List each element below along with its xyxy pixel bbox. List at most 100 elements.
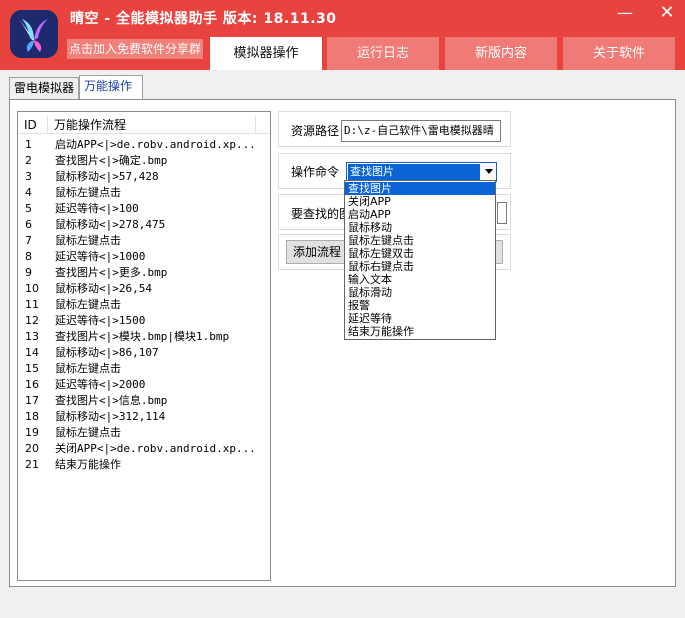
list-row[interactable]: 1 启动APP<|>de.robv.android.xp...: [18, 137, 270, 153]
list-row[interactable]: 9 查找图片<|>更多.bmp: [18, 265, 270, 281]
row-id: 15: [25, 362, 39, 375]
app-window: 晴空 - 全能模拟器助手 版本: 18.11.30 点击加入免费软件分享群 — …: [0, 0, 685, 618]
subtab-leidian[interactable]: 雷电模拟器: [9, 77, 79, 99]
row-operation: 查找图片<|>信息.bmp: [55, 394, 168, 407]
list-row[interactable]: 6 鼠标移动<|>278,475: [18, 217, 270, 233]
row-id: 21: [25, 458, 39, 471]
list-row[interactable]: 16 延迟等待<|>2000: [18, 377, 270, 393]
row-id: 10: [25, 282, 39, 295]
dropdown-option[interactable]: 启动APP: [345, 208, 495, 221]
dropdown-option[interactable]: 查找图片: [345, 182, 495, 195]
column-operation[interactable]: 万能操作流程: [48, 116, 256, 134]
resource-path-group: 资源路径 D:\z-自己软件\雷电模拟器晴: [278, 111, 511, 147]
list-row[interactable]: 4 鼠标左键点击: [18, 185, 270, 201]
row-id: 4: [25, 186, 32, 199]
row-operation: 启动APP<|>de.robv.android.xp...: [55, 138, 256, 151]
row-operation: 鼠标移动<|>278,475: [55, 218, 166, 231]
row-operation: 结束万能操作: [55, 458, 121, 471]
title-bar: 晴空 - 全能模拟器助手 版本: 18.11.30 点击加入免费软件分享群 — …: [0, 0, 685, 70]
row-id: 16: [25, 378, 39, 391]
row-id: 17: [25, 394, 39, 407]
tab-new-content[interactable]: 新版内容: [445, 37, 557, 70]
dropdown-option[interactable]: 输入文本: [345, 273, 495, 286]
content-area: 雷电模拟器 万能操作 ID 万能操作流程 1 启动APP<|>de.robv.an…: [0, 70, 685, 618]
row-id: 6: [25, 218, 32, 231]
app-logo-icon: [10, 10, 58, 58]
row-id: 3: [25, 170, 32, 183]
list-row[interactable]: 13 查找图片<|>模块.bmp|模块1.bmp: [18, 329, 270, 345]
list-row[interactable]: 5 延迟等待<|>100: [18, 201, 270, 217]
command-select[interactable]: 查找图片: [346, 162, 497, 182]
row-operation: 查找图片<|>确定.bmp: [55, 154, 168, 167]
row-operation: 鼠标左键点击: [55, 186, 121, 199]
list-row[interactable]: 18 鼠标移动<|>312,114: [18, 409, 270, 425]
dropdown-option[interactable]: 鼠标移动: [345, 221, 495, 234]
row-id: 7: [25, 234, 32, 247]
row-id: 5: [25, 202, 32, 215]
row-id: 14: [25, 346, 39, 359]
command-dropdown[interactable]: 查找图片 关闭APP 启动APP 鼠标移动 鼠标左键点击 鼠标左键双击 鼠标右键点击 输入文本…: [344, 180, 496, 340]
list-row[interactable]: 8 延迟等待<|>1000: [18, 249, 270, 265]
tab-emulator-ops[interactable]: 模拟器操作: [210, 37, 322, 70]
row-operation: 查找图片<|>更多.bmp: [55, 266, 168, 279]
row-id: 11: [25, 298, 39, 311]
list-row[interactable]: 19 鼠标左键点击: [18, 425, 270, 441]
row-operation: 鼠标左键点击: [55, 426, 121, 439]
subtab-universal[interactable]: 万能操作: [79, 75, 143, 100]
row-id: 19: [25, 426, 39, 439]
row-id: 20: [25, 442, 39, 455]
row-operation: 关闭APP<|>de.robv.android.xp...: [55, 442, 256, 455]
list-row[interactable]: 14 鼠标移动<|>86,107: [18, 345, 270, 361]
promo-link[interactable]: 点击加入免费软件分享群: [67, 39, 203, 59]
row-operation: 鼠标移动<|>26,54: [55, 282, 152, 295]
resource-path-label: 资源路径: [291, 124, 340, 138]
list-row[interactable]: 10 鼠标移动<|>26,54: [18, 281, 270, 297]
row-operation: 延迟等待<|>1500: [55, 314, 146, 327]
app-title: 晴空 - 全能模拟器助手 版本: 18.11.30: [70, 11, 337, 27]
operation-list[interactable]: ID 万能操作流程 1 启动APP<|>de.robv.android.xp...…: [17, 111, 271, 581]
dropdown-option[interactable]: 延迟等待: [345, 312, 495, 325]
dropdown-option[interactable]: 鼠标左键点击: [345, 234, 495, 247]
row-operation: 鼠标移动<|>312,114: [55, 410, 166, 423]
list-row[interactable]: 17 查找图片<|>信息.bmp: [18, 393, 270, 409]
find-image-label: 要查找的图: [291, 207, 352, 221]
row-operation: 延迟等待<|>2000: [55, 378, 146, 391]
list-row[interactable]: 11 鼠标左键点击: [18, 297, 270, 313]
dropdown-option[interactable]: 结束万能操作: [345, 325, 495, 338]
dropdown-option[interactable]: 鼠标左键双击: [345, 247, 495, 260]
row-id: 8: [25, 250, 32, 263]
row-operation: 鼠标左键点击: [55, 362, 121, 375]
row-id: 13: [25, 330, 39, 343]
close-button[interactable]: ✕: [653, 2, 681, 24]
resource-path-input[interactable]: D:\z-自己软件\雷电模拟器晴: [341, 120, 501, 142]
row-id: 2: [25, 154, 32, 167]
list-row[interactable]: 7 鼠标左键点击: [18, 233, 270, 249]
tab-page: ID 万能操作流程 1 启动APP<|>de.robv.android.xp...…: [9, 99, 676, 587]
list-row[interactable]: 21 结束万能操作: [18, 457, 270, 473]
find-image-input[interactable]: [497, 202, 507, 224]
tab-about[interactable]: 关于软件: [563, 37, 675, 70]
row-operation: 查找图片<|>模块.bmp|模块1.bmp: [55, 330, 230, 343]
dropdown-option[interactable]: 报警: [345, 299, 495, 312]
list-row[interactable]: 20 关闭APP<|>de.robv.android.xp...: [18, 441, 270, 457]
list-row[interactable]: 15 鼠标左键点击: [18, 361, 270, 377]
dropdown-option[interactable]: 鼠标右键点击: [345, 260, 495, 273]
add-flow-button[interactable]: 添加流程: [286, 240, 348, 264]
row-operation: 鼠标左键点击: [55, 298, 121, 311]
row-operation: 延迟等待<|>100: [55, 202, 139, 215]
dropdown-option[interactable]: 关闭APP: [345, 195, 495, 208]
tab-run-log[interactable]: 运行日志: [327, 37, 439, 70]
dropdown-option[interactable]: 鼠标滑动: [345, 286, 495, 299]
list-row[interactable]: 3 鼠标移动<|>57,428: [18, 169, 270, 185]
minimize-button[interactable]: —: [611, 2, 639, 24]
row-operation: 延迟等待<|>1000: [55, 250, 146, 263]
list-row[interactable]: 12 延迟等待<|>1500: [18, 313, 270, 329]
list-row[interactable]: 2 查找图片<|>确定.bmp: [18, 153, 270, 169]
row-id: 18: [25, 410, 39, 423]
row-id: 9: [25, 266, 32, 279]
command-selected-value: 查找图片: [348, 164, 480, 180]
column-id[interactable]: ID: [18, 116, 48, 134]
row-operation: 鼠标移动<|>86,107: [55, 346, 159, 359]
chevron-down-icon[interactable]: [485, 169, 493, 174]
row-operation: 鼠标左键点击: [55, 234, 121, 247]
